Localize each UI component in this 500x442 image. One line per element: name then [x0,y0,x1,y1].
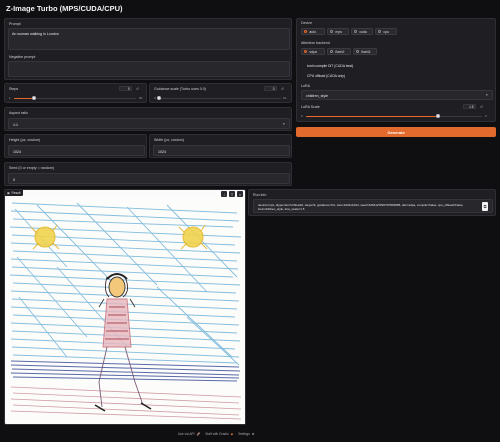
lora-label: LoRA [301,84,310,88]
lora-scale-reset-icon[interactable]: ↺ [480,105,483,109]
radio-unselected-icon [356,49,360,54]
image-icon: ▣ [7,191,11,195]
footer: Use via API 🚀 · Built with Gradio ◆ · Se… [178,432,255,436]
device-option-label: cuda [359,29,367,34]
guidance-number-input[interactable]: 0 [264,86,277,91]
seed-value: 0 [13,177,15,182]
device-option-cuda[interactable]: cuda [351,28,373,35]
footer-separator: · [202,432,204,436]
device-label: Device [301,21,312,25]
prompt-panel: Prompt An woman walking in London Negati… [4,18,292,80]
offload-checkbox-label[interactable]: CPU offload (CUDA only) [307,74,345,78]
attention-option-sdpa[interactable]: sdpa [301,48,325,55]
radio-selected-icon [304,29,308,34]
built-with-gradio-link[interactable]: Built with Gradio [206,432,229,436]
device-option-label: mps [335,29,342,34]
aspect-dropdown[interactable]: 1:1 ▾ [8,118,290,129]
height-label: Height (px, custom) [9,138,41,142]
result-tab-label: Result [11,191,21,195]
prompt-input[interactable]: An woman walking in London [8,28,290,50]
guidance-min: 0 [154,96,156,100]
result-tab: ▣ Result [5,190,23,196]
copy-icon[interactable]: ⧉ [482,202,488,211]
device-option-label: auto [309,29,316,34]
lora-scale-label: LoRA Scale [301,105,320,109]
seed-input[interactable]: 0 [8,173,290,184]
guidance-reset-icon[interactable]: ↺ [281,87,284,91]
lora-dropdown[interactable]: children_style ▾ [301,90,493,100]
radio-unselected-icon [354,29,358,34]
steps-max: 50 [139,96,143,100]
lora-scale-min: 0 [301,114,303,118]
lora-scale-max: 2 [485,114,487,118]
result-image-panel: ▣ Result ↓ ⇪ × [4,189,246,425]
steps-reset-icon[interactable]: ↺ [136,87,139,91]
aspect-value: 1:1 [13,122,18,127]
aspect-label: Aspect ratio [9,111,28,115]
device-option-label: cpu [383,29,389,34]
device-option-mps[interactable]: mps [327,28,349,35]
settings-panel: Device auto mps cuda cpu Attention backe… [296,18,496,122]
guidance-label: Guidance scale (Turbo uses 0.0) [154,87,207,91]
run-info-value: device=mps, dtype=torch.bfloat16, steps=… [258,203,464,212]
run-info-textbox[interactable]: device=mps, dtype=torch.bfloat16, steps=… [253,199,493,213]
width-panel: Width (px, custom) 1024 [149,134,292,158]
height-value: 1024 [13,149,21,154]
attention-option-flash2[interactable]: flash2 [327,48,351,55]
generated-image [7,197,245,424]
footer-separator: · [235,432,237,436]
steps-label: Steps [9,87,19,91]
radio-unselected-icon [330,29,334,34]
lora-value: children_style [306,94,328,98]
lora-scale-slider-handle[interactable] [436,114,440,118]
radio-unselected-icon [330,49,334,54]
guidance-max: 10 [283,96,287,100]
height-input[interactable]: 1024 [8,145,145,156]
steps-slider-fill [14,97,34,99]
steps-min: 1 [9,96,11,100]
seed-panel: Seed (0 or empty = random) 0 [4,162,292,186]
width-input[interactable]: 1024 [153,145,290,156]
dropdown-chevron-icon: ▾ [486,93,488,97]
attention-option-label: flash3 [361,49,371,54]
lora-scale-slider-fill [306,115,438,117]
api-link[interactable]: Use via API [178,432,194,436]
guidance-slider-track[interactable] [159,97,281,99]
app-title: Z-Image Turbo (MPS/CUDA/CPU) [6,4,123,13]
width-label: Width (px, custom) [154,138,184,142]
attention-option-label: sdpa [309,49,317,54]
seed-label: Seed (0 or empty = random) [9,166,55,170]
attention-option-flash3[interactable]: flash3 [353,48,377,55]
settings-link[interactable]: Settings [238,432,250,436]
radio-selected-icon [304,49,308,54]
device-option-cpu[interactable]: cpu [375,28,397,35]
device-option-auto[interactable]: auto [301,28,325,35]
steps-slider-handle[interactable] [31,96,36,100]
run-info-panel: Run info device=mps, dtype=torch.bfloat1… [248,189,496,216]
rocket-icon: 🚀 [196,432,201,436]
prompt-label: Prompt [9,22,21,26]
dropdown-chevron-icon: ▾ [283,121,285,126]
lora-scale-number-input[interactable]: 1.5 [463,104,476,109]
gradio-logo-icon: ◆ [230,432,234,436]
run-info-label: Run info [253,193,267,197]
guidance-panel: Guidance scale (Turbo uses 0.0) 0 ↺ 0 10 [149,83,292,103]
negative-prompt-label: Negative prompt [9,55,36,59]
aspect-panel: Aspect ratio 1:1 ▾ [4,107,292,131]
height-panel: Height (px, custom) 1024 [4,134,147,158]
compile-checkbox-label[interactable]: torch.compile DiT (CUDA best) [307,64,353,68]
negative-prompt-input[interactable] [8,61,290,77]
steps-number-input[interactable]: 9 [119,86,132,91]
steps-panel: Steps 9 ↺ 1 50 [4,83,147,103]
guidance-slider-handle[interactable] [157,96,161,100]
attention-label: Attention backend [301,41,330,45]
prompt-value: An woman walking in London [12,32,59,36]
radio-unselected-icon [378,29,382,34]
width-value: 1024 [158,149,166,154]
gear-icon: ⚙ [251,432,255,436]
generate-button[interactable]: Generate [296,127,496,137]
attention-option-label: flash2 [335,49,345,54]
